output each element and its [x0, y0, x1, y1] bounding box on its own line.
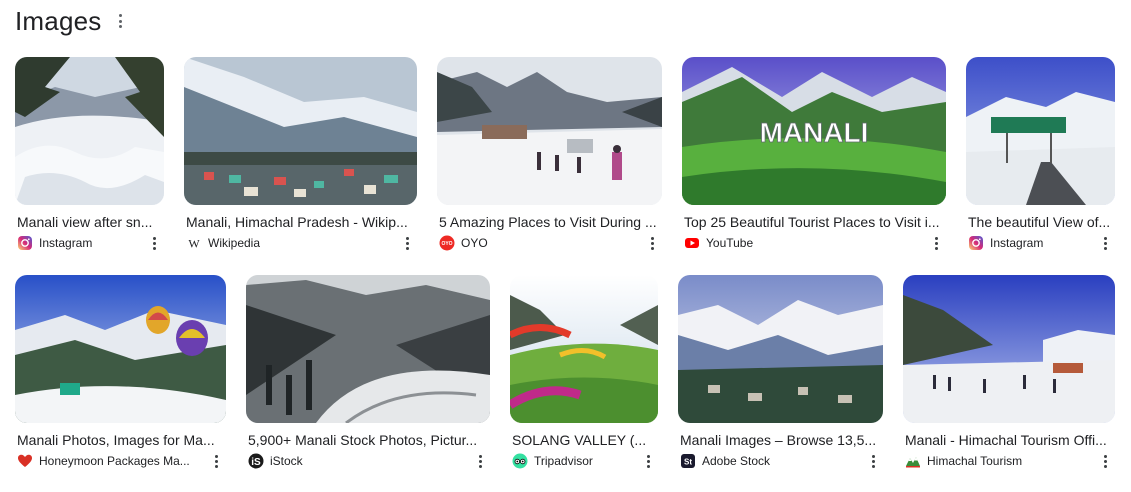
image-source[interactable]: Instagram	[968, 235, 1043, 251]
images-section-header: Images	[15, 4, 127, 38]
image-thumbnail[interactable]	[510, 275, 658, 423]
image-source[interactable]: Himachal Tourism	[905, 453, 1022, 469]
image-thumbnail[interactable]	[437, 57, 662, 205]
more-options-icon[interactable]	[1100, 453, 1110, 469]
section-more-options-icon[interactable]	[113, 9, 127, 33]
himachal-tourism-icon	[906, 457, 920, 468]
youtube-icon	[685, 238, 699, 248]
source-name: Adobe Stock	[702, 454, 771, 468]
image-thumbnail[interactable]	[966, 57, 1115, 205]
manali-sign-text: MANALI	[760, 117, 869, 148]
image-source[interactable]: iS iStock	[248, 453, 303, 469]
more-options-icon[interactable]	[149, 235, 159, 251]
more-options-icon[interactable]	[643, 453, 653, 469]
source-name: Wikipedia	[208, 236, 261, 250]
image-caption[interactable]: Manali Photos, Images for Ma...	[17, 431, 222, 449]
source-name: iStock	[270, 454, 303, 468]
image-caption[interactable]: Manali view after sn...	[17, 213, 157, 231]
instagram-icon	[969, 236, 983, 250]
image-source[interactable]: W Wikipedia	[186, 235, 260, 251]
image-source[interactable]: YouTube	[684, 235, 753, 251]
more-options-icon[interactable]	[211, 453, 221, 469]
image-thumbnail[interactable]	[246, 275, 490, 423]
image-source[interactable]: Honeymoon Packages Ma...	[17, 453, 190, 469]
image-thumbnail[interactable]	[184, 57, 417, 205]
image-thumbnail[interactable]: MANALI	[682, 57, 946, 205]
image-thumbnail[interactable]	[903, 275, 1115, 423]
source-name: Himachal Tourism	[927, 454, 1023, 468]
image-source[interactable]: St Adobe Stock	[680, 453, 770, 469]
image-caption[interactable]: Top 25 Beautiful Tourist Places to Visit…	[684, 213, 942, 231]
oyo-icon: OYO	[439, 235, 455, 251]
heart-icon	[18, 454, 32, 467]
more-options-icon[interactable]	[1100, 235, 1110, 251]
more-options-icon[interactable]	[931, 235, 941, 251]
image-caption[interactable]: Manali, Himachal Pradesh - Wikip...	[186, 213, 410, 231]
image-caption[interactable]: 5 Amazing Places to Visit During ...	[439, 213, 661, 231]
image-source[interactable]: Tripadvisor	[512, 453, 593, 469]
image-caption[interactable]: The beautiful View of...	[968, 213, 1112, 231]
image-caption[interactable]: Manali - Himachal Tourism Offi...	[905, 431, 1112, 449]
source-name: Instagram	[39, 236, 93, 250]
image-caption[interactable]: SOLANG VALLEY (...	[512, 431, 652, 449]
istock-icon: iS	[248, 453, 264, 469]
image-thumbnail[interactable]	[678, 275, 883, 423]
image-caption[interactable]: 5,900+ Manali Stock Photos, Pictur...	[248, 431, 484, 449]
source-name: Honeymoon Packages Ma...	[39, 454, 190, 468]
image-thumbnail[interactable]	[15, 275, 226, 423]
source-name: Instagram	[990, 236, 1044, 250]
svg-text:iS: iS	[251, 457, 261, 468]
wikipedia-icon: W	[188, 237, 200, 251]
source-name: Tripadvisor	[534, 454, 593, 468]
more-options-icon[interactable]	[475, 453, 485, 469]
image-source[interactable]: OYO OYO	[439, 235, 488, 251]
source-name: OYO	[461, 236, 488, 250]
svg-text:OYO: OYO	[441, 241, 452, 247]
section-title: Images	[15, 5, 102, 36]
instagram-icon	[18, 236, 32, 250]
tripadvisor-icon	[512, 453, 528, 469]
more-options-icon[interactable]	[868, 453, 878, 469]
image-source[interactable]: Instagram	[17, 235, 92, 251]
svg-text:St: St	[684, 458, 692, 467]
more-options-icon[interactable]	[647, 235, 657, 251]
svg-text:W: W	[188, 237, 200, 251]
image-thumbnail[interactable]	[15, 57, 164, 205]
source-name: YouTube	[706, 236, 754, 250]
image-caption[interactable]: Manali Images – Browse 13,5...	[680, 431, 880, 449]
adobe-stock-icon: St	[681, 454, 695, 468]
more-options-icon[interactable]	[402, 235, 412, 251]
